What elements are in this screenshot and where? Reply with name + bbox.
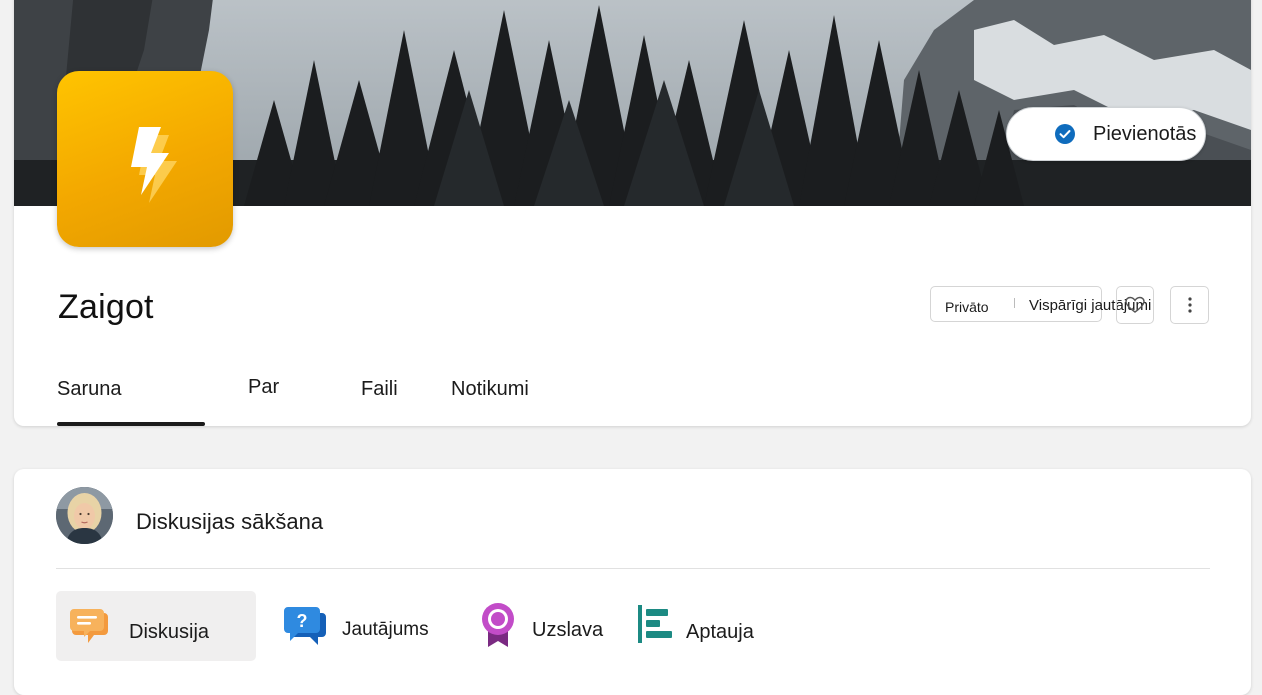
tab-about[interactable]: Par (248, 376, 279, 399)
post-type-label: Jautājums (342, 619, 429, 640)
post-type-label: Diskusija (129, 621, 210, 643)
praise-icon (482, 603, 514, 647)
privacy-label: Privāto (945, 299, 989, 315)
checkmark-icon (1055, 124, 1075, 144)
post-type-question[interactable]: ? Jautājums (276, 591, 446, 661)
post-type-label: Aptauja (686, 621, 754, 643)
composer-card: Diskusijas sākšana Diskusija ? Jautājums… (14, 469, 1251, 695)
post-type-discussion[interactable]: Diskusija (56, 591, 256, 661)
info-divider (1014, 298, 1015, 308)
joined-label: Pievienotās (1093, 123, 1197, 145)
lightning-icon (131, 127, 177, 203)
tab-events[interactable]: Notikumi (451, 378, 529, 401)
community-header: Pievienotās Zaigot Privāto Vispārīgi jau… (14, 0, 1251, 426)
poll-icon (638, 605, 672, 643)
question-icon: ? (284, 607, 326, 645)
post-type-label: Uzslava (532, 619, 604, 641)
more-vertical-icon (1188, 297, 1192, 313)
community-info: Privāto Vispārīgi jautājumi (930, 286, 1151, 322)
favorite-button[interactable] (1116, 286, 1154, 324)
joined-button[interactable]: Pievienotās (1006, 107, 1206, 161)
discussion-icon (70, 609, 108, 643)
community-logo (57, 71, 233, 247)
start-discussion-input[interactable]: Diskusijas sākšana (136, 509, 323, 535)
post-type-praise[interactable]: Uzslava (476, 591, 626, 661)
svg-text:?: ? (297, 611, 308, 631)
more-options-button[interactable] (1170, 286, 1209, 324)
tab-conversation[interactable]: Saruna (57, 378, 122, 401)
avatar (56, 487, 113, 544)
heart-icon (1125, 296, 1145, 313)
composer-divider (56, 568, 1210, 569)
post-type-poll[interactable]: Aptauja (634, 591, 784, 661)
community-name: Zaigot (58, 288, 154, 326)
tab-selected-indicator (57, 422, 205, 426)
tab-files[interactable]: Faili (361, 378, 398, 401)
